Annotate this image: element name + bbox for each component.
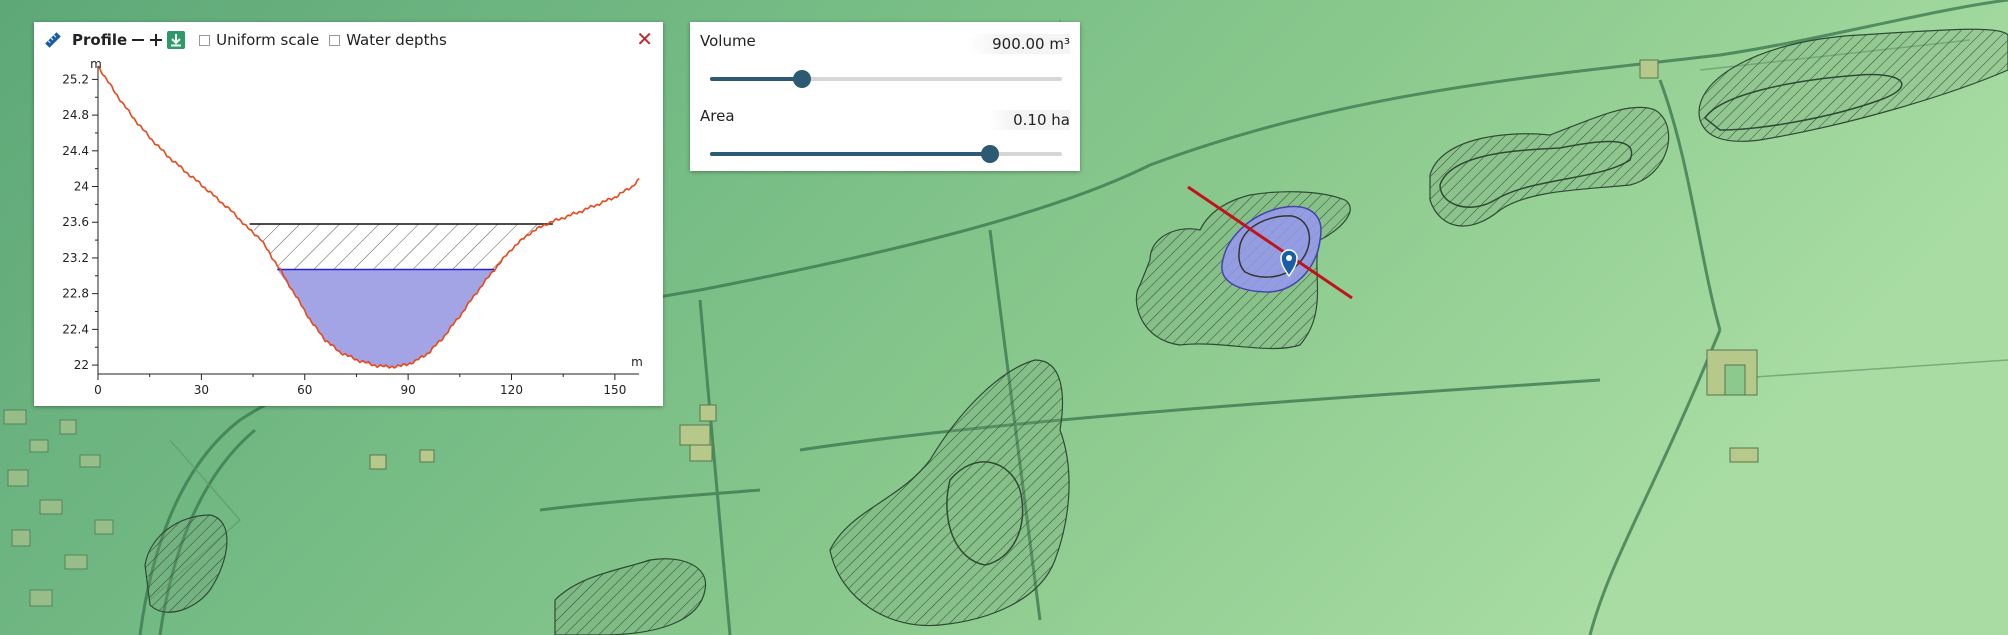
volume-label: Volume xyxy=(700,32,756,50)
plus-icon xyxy=(150,34,163,46)
x-tick-label: 60 xyxy=(297,383,312,397)
x-tick-label: 90 xyxy=(400,383,415,397)
profile-panel: Profile Uniform scale Water depths ✕ 22 2… xyxy=(34,22,663,406)
minus-icon xyxy=(132,39,145,41)
x-tick-label: 0 xyxy=(94,383,102,397)
y-tick-label: 25.2 xyxy=(62,72,89,86)
y-tick-label: 22 xyxy=(74,358,89,372)
x-axis-label: m xyxy=(631,355,643,369)
profile-title: Profile xyxy=(72,31,128,49)
x-tick-label: 120 xyxy=(500,383,523,397)
sliders-panel: Volume 900.00 m³ Area 0.10 ha xyxy=(690,22,1080,171)
area-slider-fill xyxy=(710,152,990,156)
volume-slider[interactable] xyxy=(710,70,1062,88)
ruler-icon xyxy=(44,31,62,49)
y-tick-label: 22.4 xyxy=(62,322,89,336)
y-tick-label: 24 xyxy=(74,180,89,194)
area-value: 0.10 ha xyxy=(989,110,1070,130)
zoom-in-button[interactable] xyxy=(149,33,163,47)
y-tick-label: 24.8 xyxy=(62,108,89,122)
profile-chart: 22 22.4 22.8 23.2 23.6 24 24.4 24.8 25.2 0 30 60 90 1… xyxy=(62,57,643,397)
y-tick-label: 23.2 xyxy=(62,251,89,265)
y-tick-label: 24.4 xyxy=(62,144,89,158)
y-tick-label: 22.8 xyxy=(62,287,89,301)
close-icon[interactable]: ✕ xyxy=(636,29,653,49)
y-axis-label: m xyxy=(90,57,102,71)
y-tick-label: 23.6 xyxy=(62,215,89,229)
volume-slider-handle[interactable] xyxy=(792,70,811,88)
x-tick-label: 30 xyxy=(194,383,209,397)
water-depths-checkbox[interactable] xyxy=(329,34,341,46)
water-depths-label: Water depths xyxy=(346,31,447,49)
volume-value: 900.00 m³ xyxy=(968,34,1070,54)
area-slider-handle[interactable] xyxy=(980,145,999,163)
area-label: Area xyxy=(700,107,735,125)
x-tick-label: 150 xyxy=(603,383,626,397)
area-slider[interactable] xyxy=(710,145,1062,163)
uniform-scale-checkbox[interactable] xyxy=(199,34,211,46)
download-icon xyxy=(167,31,186,49)
download-button[interactable] xyxy=(167,31,186,49)
profile-header: Profile Uniform scale Water depths ✕ xyxy=(44,27,653,53)
uniform-scale-label: Uniform scale xyxy=(216,31,320,49)
volume-slider-fill xyxy=(710,77,802,81)
zoom-out-button[interactable] xyxy=(131,33,145,47)
